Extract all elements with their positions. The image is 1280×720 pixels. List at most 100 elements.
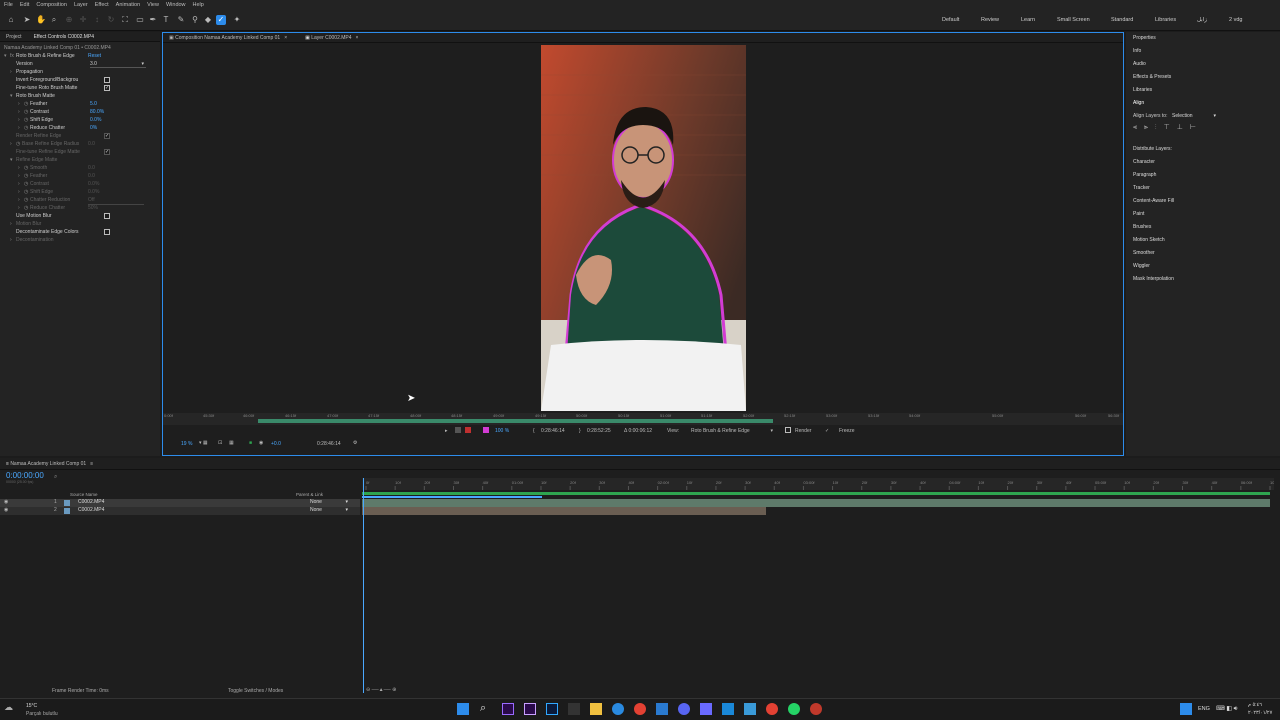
store-icon[interactable]	[722, 703, 734, 715]
roto-brush-tool-icon[interactable]: ✓	[216, 15, 226, 25]
menu-help[interactable]: Help	[193, 2, 204, 8]
home-icon[interactable]: ⌂	[6, 15, 16, 25]
feather-value[interactable]: 5.0	[90, 100, 97, 108]
panel-character[interactable]: Character	[1126, 156, 1280, 169]
layer-ruler[interactable]: 0:00f 45:30f 46:00f 46:15f 47:00f 47:15f…	[163, 413, 1123, 425]
reduce-chatter-value[interactable]: 0%	[90, 124, 97, 132]
zoom-slider[interactable]: ⊖ ──▲── ⊕	[366, 687, 396, 693]
playhead[interactable]	[363, 478, 364, 693]
propagation-group[interactable]: › Propagation	[10, 68, 43, 76]
panel-audio[interactable]: Audio	[1126, 58, 1280, 71]
panel-info[interactable]: Info	[1126, 45, 1280, 58]
panel-wiggler[interactable]: Wiggler	[1126, 260, 1280, 273]
panel-brushes[interactable]: Brushes	[1126, 221, 1280, 234]
render-refine-checkbox[interactable]	[104, 132, 110, 140]
vscode-icon[interactable]	[656, 703, 668, 715]
layer-name[interactable]: C0002.MP4	[78, 499, 104, 505]
panel-tracker[interactable]: Tracker	[1126, 182, 1280, 195]
file-explorer-icon[interactable]	[590, 703, 602, 715]
dolly-tool-icon[interactable]: ↕	[92, 15, 102, 25]
hand-tool-icon[interactable]: ✋	[36, 15, 46, 25]
type-tool-icon[interactable]: T	[161, 15, 171, 25]
fine-tune-refine-checkbox[interactable]	[104, 148, 110, 156]
region-icon[interactable]: ⊡	[218, 440, 222, 446]
after-effects-icon[interactable]	[524, 703, 536, 715]
visibility-icon[interactable]: ◉	[4, 499, 8, 505]
snapshot-icon[interactable]: ⚙	[353, 440, 357, 446]
parent-dropdown[interactable]: None ▾	[310, 499, 348, 505]
app2-icon[interactable]	[700, 703, 712, 715]
workspace-review[interactable]: Review	[981, 17, 999, 23]
in-point-icon[interactable]: {	[533, 428, 535, 434]
panel-effects-presets[interactable]: Effects & Presets	[1126, 71, 1280, 84]
transparency-icon[interactable]: ▦	[229, 440, 234, 446]
out-point-icon[interactable]: }	[579, 428, 581, 434]
channel-icon[interactable]: ■	[249, 440, 252, 446]
work-area-bar[interactable]	[362, 492, 1270, 495]
fine-tune-checkbox[interactable]	[104, 84, 110, 92]
freeze-button[interactable]: Freeze	[839, 428, 855, 434]
align-buttons[interactable]: ⫷⫸⫶⊤⊥⊢	[1126, 123, 1280, 143]
weather-widget[interactable]: ☁ 15°C Parçalı bulutlu	[4, 701, 64, 719]
chrome2-icon[interactable]	[766, 703, 778, 715]
menu-composition[interactable]: Composition	[36, 2, 67, 8]
toggle-switches-button[interactable]: Toggle Switches / Modes	[228, 688, 283, 694]
workspace-custom[interactable]: زابل	[1197, 17, 1207, 23]
pen-tool-icon[interactable]: ✒	[148, 15, 158, 25]
menu-window[interactable]: Window	[166, 2, 186, 8]
notes-icon[interactable]	[744, 703, 756, 715]
matte-view-button[interactable]	[455, 427, 461, 433]
microphone-icon[interactable]	[1180, 703, 1192, 715]
timeline-ruler[interactable]: 0f 10f 20f 30f 40f 01:00f 10f 20f 30f 40f 02:00f 10…	[362, 478, 1276, 490]
workspace-libraries[interactable]: Libraries	[1155, 17, 1176, 23]
tab-composition[interactable]: ▣ Composition Namaa Academy Linked Comp …	[169, 35, 287, 41]
tab-project[interactable]: Project	[6, 34, 22, 40]
shift-edge-value[interactable]: 0.0%	[90, 116, 101, 124]
decontam-checkbox[interactable]	[104, 229, 110, 235]
workspace-default[interactable]: Default	[942, 17, 959, 23]
menu-layer[interactable]: Layer	[74, 2, 88, 8]
magnification[interactable]: 19 %	[181, 441, 192, 447]
panel-paragraph[interactable]: Paragraph	[1126, 169, 1280, 182]
motion-blur-checkbox[interactable]	[104, 213, 110, 219]
invert-checkbox[interactable]	[104, 77, 110, 83]
layer-bar-1[interactable]	[362, 499, 1270, 507]
clock-time[interactable]: ٥:٤٦ م	[1248, 702, 1262, 708]
search-icon[interactable]: ⌕	[480, 702, 486, 715]
layer-row-1[interactable]: ◉ 1 C0002.MP4 None ▾	[0, 499, 360, 507]
clock-date[interactable]: ٢٠٢٣/٠١/٢٧	[1248, 710, 1272, 716]
effect-name-row[interactable]: ▾ fx Roto Brush & Refine Edge	[4, 52, 75, 60]
current-time[interactable]: 0:28:46:14	[317, 441, 341, 447]
layer-name[interactable]: C0002.MP4	[78, 507, 104, 513]
menu-effect[interactable]: Effect	[95, 2, 109, 8]
menu-file[interactable]: File	[4, 2, 13, 8]
version-dropdown[interactable]: 3.0 ▾	[90, 60, 146, 68]
whatsapp-icon[interactable]	[788, 703, 800, 715]
menu-animation[interactable]: Animation	[116, 2, 140, 8]
play-icon[interactable]: ▸	[445, 428, 448, 434]
layer-row-2[interactable]: ◉ 2 C0002.MP4 None ▾	[0, 507, 360, 515]
visibility-icon[interactable]: ◉	[4, 507, 8, 513]
workspace-learn[interactable]: Learn	[1021, 17, 1035, 23]
motion-blur-group[interactable]: › Motion Blur	[10, 220, 41, 228]
menu-edit[interactable]: Edit	[20, 2, 29, 8]
puppet-tool-icon[interactable]: ✦	[232, 15, 242, 25]
red-channel-button[interactable]	[465, 427, 471, 433]
zoom-value[interactable]: 100 %	[495, 428, 509, 434]
panel-properties[interactable]: Properties	[1126, 32, 1280, 45]
windows-start-icon[interactable]	[457, 703, 469, 715]
out-time[interactable]: 0:28:52:25	[587, 428, 611, 434]
align-to-dropdown[interactable]: Selection ▾	[1172, 110, 1216, 123]
panel-libraries[interactable]: Libraries	[1126, 84, 1280, 97]
eraser-tool-icon[interactable]: ◆	[203, 15, 213, 25]
camera-icon[interactable]: ◉	[259, 440, 263, 446]
panel-content-aware-fill[interactable]: Content-Aware Fill	[1126, 195, 1280, 208]
workspace-standard[interactable]: Standard	[1111, 17, 1133, 23]
chrome-icon[interactable]	[634, 703, 646, 715]
grid-icon[interactable]: ▾ ▦	[199, 440, 208, 446]
anchor-tool-icon[interactable]: ⛶	[120, 15, 130, 25]
rectangle-tool-icon[interactable]: ▭	[135, 15, 145, 25]
tray-icons[interactable]: ⌨ ◧ 🔊︎	[1216, 705, 1237, 713]
tab-layer[interactable]: ▣ Layer C0002.MP4 ×	[305, 35, 358, 41]
rotate-tool-icon[interactable]: ↻	[106, 15, 116, 25]
